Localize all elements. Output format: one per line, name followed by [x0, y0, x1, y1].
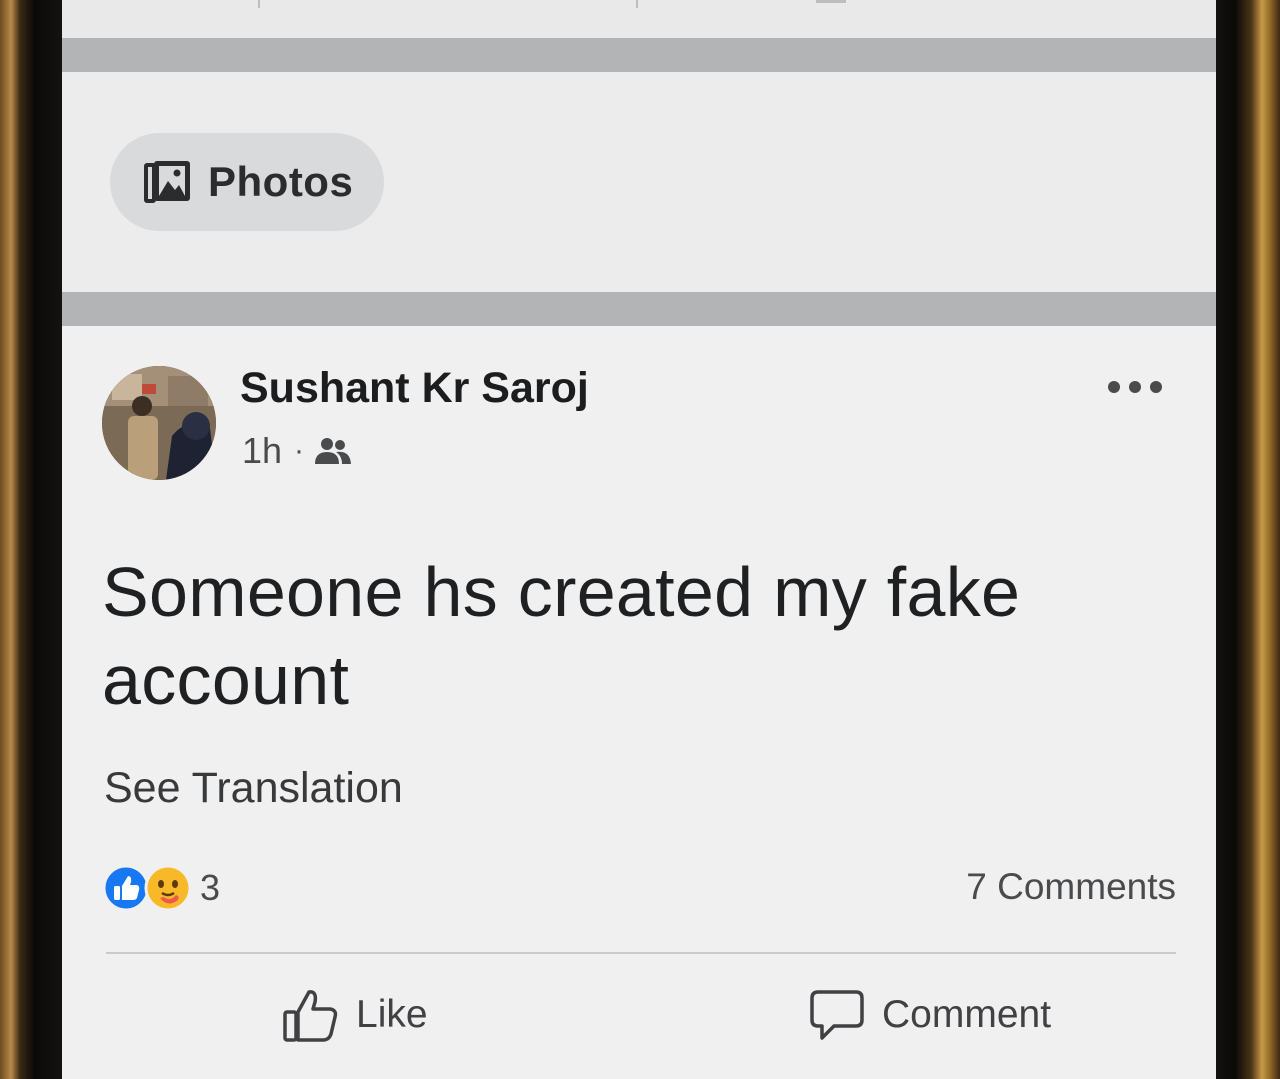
comment-label: Comment — [882, 993, 1052, 1036]
comments-count-link[interactable]: 7 Comments — [966, 866, 1176, 908]
phone-bezel-left — [0, 0, 62, 1079]
meta-separator: · — [294, 434, 305, 467]
photos-label: Photos — [208, 158, 354, 205]
more-options-icon[interactable] — [1108, 376, 1164, 396]
phone-bezel-right — [1216, 0, 1280, 1079]
actions-divider — [106, 952, 1176, 954]
section-divider — [62, 38, 1216, 72]
phone-screen: Photos Sushant Kr Saroj 1h · Someone hs … — [62, 0, 1216, 1079]
post-author-name[interactable]: Sushant Kr Saroj — [240, 364, 589, 413]
top-strip-tick — [636, 0, 638, 8]
reactions-summary[interactable]: 3 — [102, 864, 220, 912]
like-label: Like — [356, 993, 428, 1036]
section-divider — [62, 292, 1216, 326]
see-translation-link[interactable]: See Translation — [104, 764, 403, 813]
post-body-text: Someone hs created my fake account — [102, 553, 1021, 719]
top-strip-tick — [816, 0, 846, 3]
care-reaction-icon — [144, 864, 192, 912]
reactions-count: 3 — [200, 867, 221, 908]
avatar-image — [102, 366, 216, 480]
like-reaction-icon — [102, 864, 150, 912]
post-meta: 1h · — [242, 430, 352, 472]
friends-icon[interactable] — [314, 436, 352, 466]
comment-icon — [810, 990, 864, 1040]
top-strip-tick — [258, 0, 260, 8]
post-card: Sushant Kr Saroj 1h · Someone hs created… — [62, 326, 1216, 1079]
photos-button[interactable]: Photos — [110, 133, 384, 231]
thumbs-up-icon — [283, 990, 338, 1042]
post-timestamp[interactable]: 1h — [242, 430, 282, 472]
top-strip — [62, 0, 1216, 38]
avatar[interactable] — [102, 366, 216, 480]
comment-button[interactable]: Comment — [808, 986, 1051, 1044]
photo-icon — [144, 161, 190, 203]
like-button[interactable]: Like — [282, 986, 428, 1044]
